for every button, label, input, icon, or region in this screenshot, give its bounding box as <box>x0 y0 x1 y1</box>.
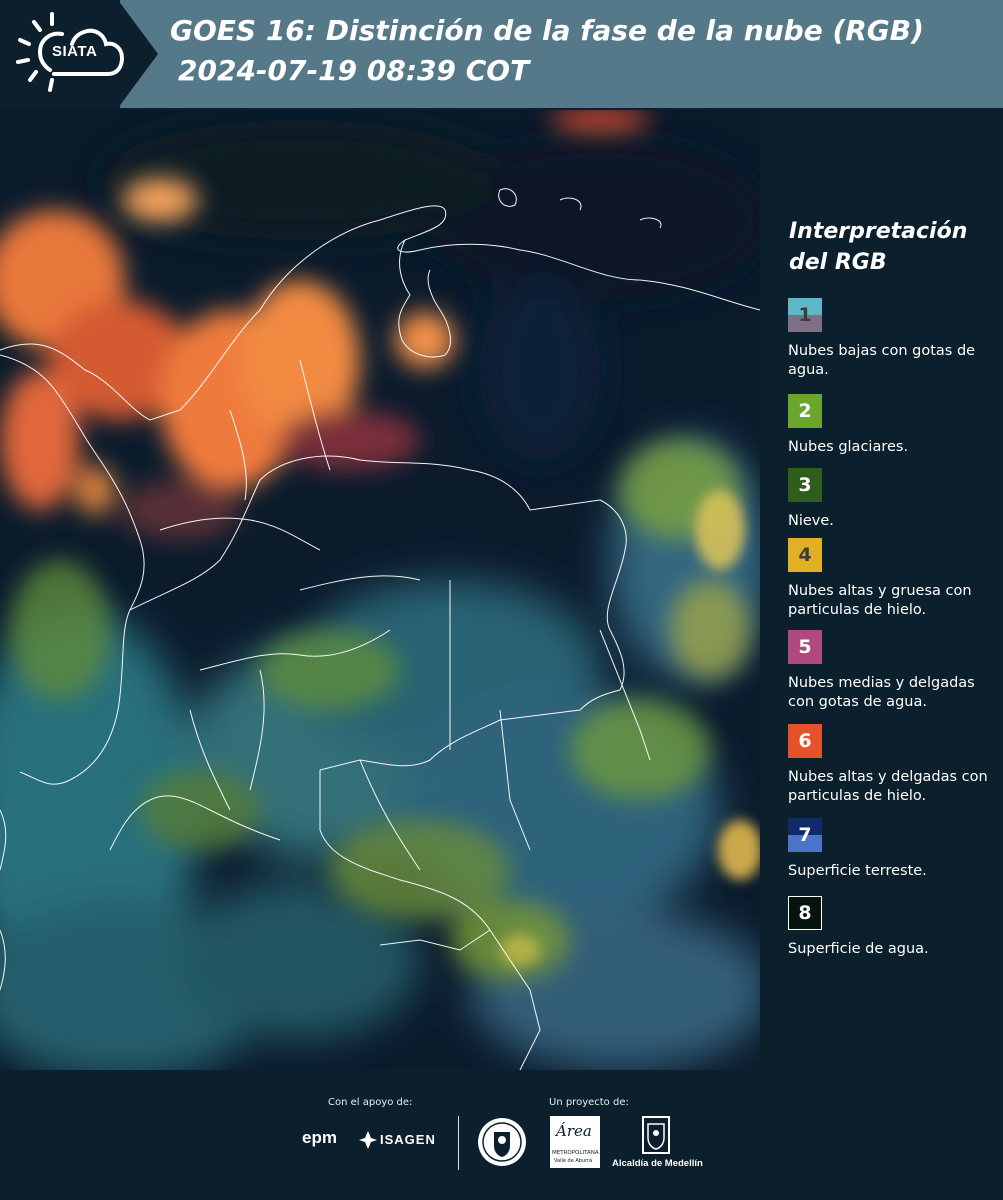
legend-title-line1: Interpretación <box>789 219 968 244</box>
legend-text-8: Superficie de agua. <box>788 941 929 957</box>
legend-swatch-1: 1 <box>788 298 822 332</box>
alcaldia-logo: Alcaldía de Medellín <box>610 1116 705 1172</box>
legend-number-6: 6 <box>798 730 812 752</box>
satellite-rgb-image <box>0 110 760 1070</box>
legend-item-4: 4 Nubes altas y gruesa con particulas de… <box>788 538 998 620</box>
seal-logo <box>476 1116 528 1168</box>
support-label: Con el apoyo de: <box>328 1097 413 1108</box>
isagen-mark-icon <box>359 1131 377 1149</box>
area-logo-word: Área <box>556 1122 592 1140</box>
legend-text-3: Nieve. <box>788 513 834 529</box>
legend-number-4: 4 <box>798 544 812 566</box>
legend-swatch-7: 7 <box>788 818 822 852</box>
legend-swatch-2: 2 <box>788 394 822 428</box>
legend-item-2: 2 Nubes glaciares. <box>788 394 998 457</box>
legend-text-4: Nubes altas y gruesa con particulas de h… <box>788 583 972 618</box>
legend-number-5: 5 <box>798 636 812 658</box>
legend-title: Interpretación del RGB <box>789 216 989 278</box>
area-logo-line2: Valle de Aburrá <box>554 1158 593 1164</box>
legend-swatch-3: 3 <box>788 468 822 502</box>
coat-of-arms-icon <box>642 1116 670 1154</box>
page-title: GOES 16: Distinción de la fase de la nub… <box>170 14 924 47</box>
legend-swatch-6: 6 <box>788 724 822 758</box>
epm-logo-text: epm <box>302 1128 337 1147</box>
legend-title-line2: del RGB <box>789 250 887 275</box>
alcaldia-logo-text: Alcaldía de Medellín <box>612 1158 703 1169</box>
legend-text-2: Nubes glaciares. <box>788 439 909 455</box>
legend-text-1: Nubes bajas con gotas de agua. <box>788 343 976 378</box>
legend-text-6: Nubes altas y delgadas con particulas de… <box>788 769 988 804</box>
legend-text-7: Superficie terreste. <box>788 863 927 879</box>
legend-number-8: 8 <box>798 902 812 924</box>
rgb-legend: Interpretación del RGB 1 Nubes bajas con… <box>776 112 998 1062</box>
legend-item-6: 6 Nubes altas y delgadas con particulas … <box>788 724 998 806</box>
legend-number-2: 2 <box>798 400 812 422</box>
legend-item-7: 7 Superficie terreste. <box>788 818 998 881</box>
satellite-map[interactable] <box>0 110 760 1070</box>
isagen-logo-text: ISAGEN <box>380 1132 436 1147</box>
header-chevron <box>118 0 158 108</box>
legend-item-1: 1 Nubes bajas con gotas de agua. <box>788 298 998 380</box>
epm-logo: epm <box>302 1128 354 1152</box>
legend-item-5: 5 Nubes medias y delgadas con gotas de a… <box>788 630 998 712</box>
legend-number-3: 3 <box>798 474 812 496</box>
footer-divider <box>458 1116 459 1170</box>
legend-swatch-4: 4 <box>788 538 822 572</box>
header: SIATA GOES 16: Distinción de la fase de … <box>0 0 1003 108</box>
footer: Con el apoyo de: Un proyecto de: epm ISA… <box>0 1070 1003 1200</box>
siata-logo: SIATA <box>14 10 125 98</box>
legend-swatch-8: 8 <box>788 896 822 930</box>
area-logo-line1: METROPOLITANA <box>552 1150 599 1156</box>
page-timestamp: 2024-07-19 08:39 COT <box>178 54 530 87</box>
legend-swatch-5: 5 <box>788 630 822 664</box>
legend-item-3: 3 Nieve. <box>788 468 998 531</box>
area-metropolitana-logo: Área METROPOLITANA Valle de Aburrá <box>550 1116 600 1168</box>
isagen-logo: ISAGEN <box>358 1130 448 1152</box>
siata-logo-text: SIATA <box>52 43 98 60</box>
legend-item-8: 8 Superficie de agua. <box>788 896 998 959</box>
project-label: Un proyecto de: <box>549 1097 629 1108</box>
legend-text-5: Nubes medias y delgadas con gotas de agu… <box>788 675 975 710</box>
legend-number-1: 1 <box>798 304 812 326</box>
legend-number-7: 7 <box>798 824 812 846</box>
seal-icon <box>478 1118 526 1166</box>
